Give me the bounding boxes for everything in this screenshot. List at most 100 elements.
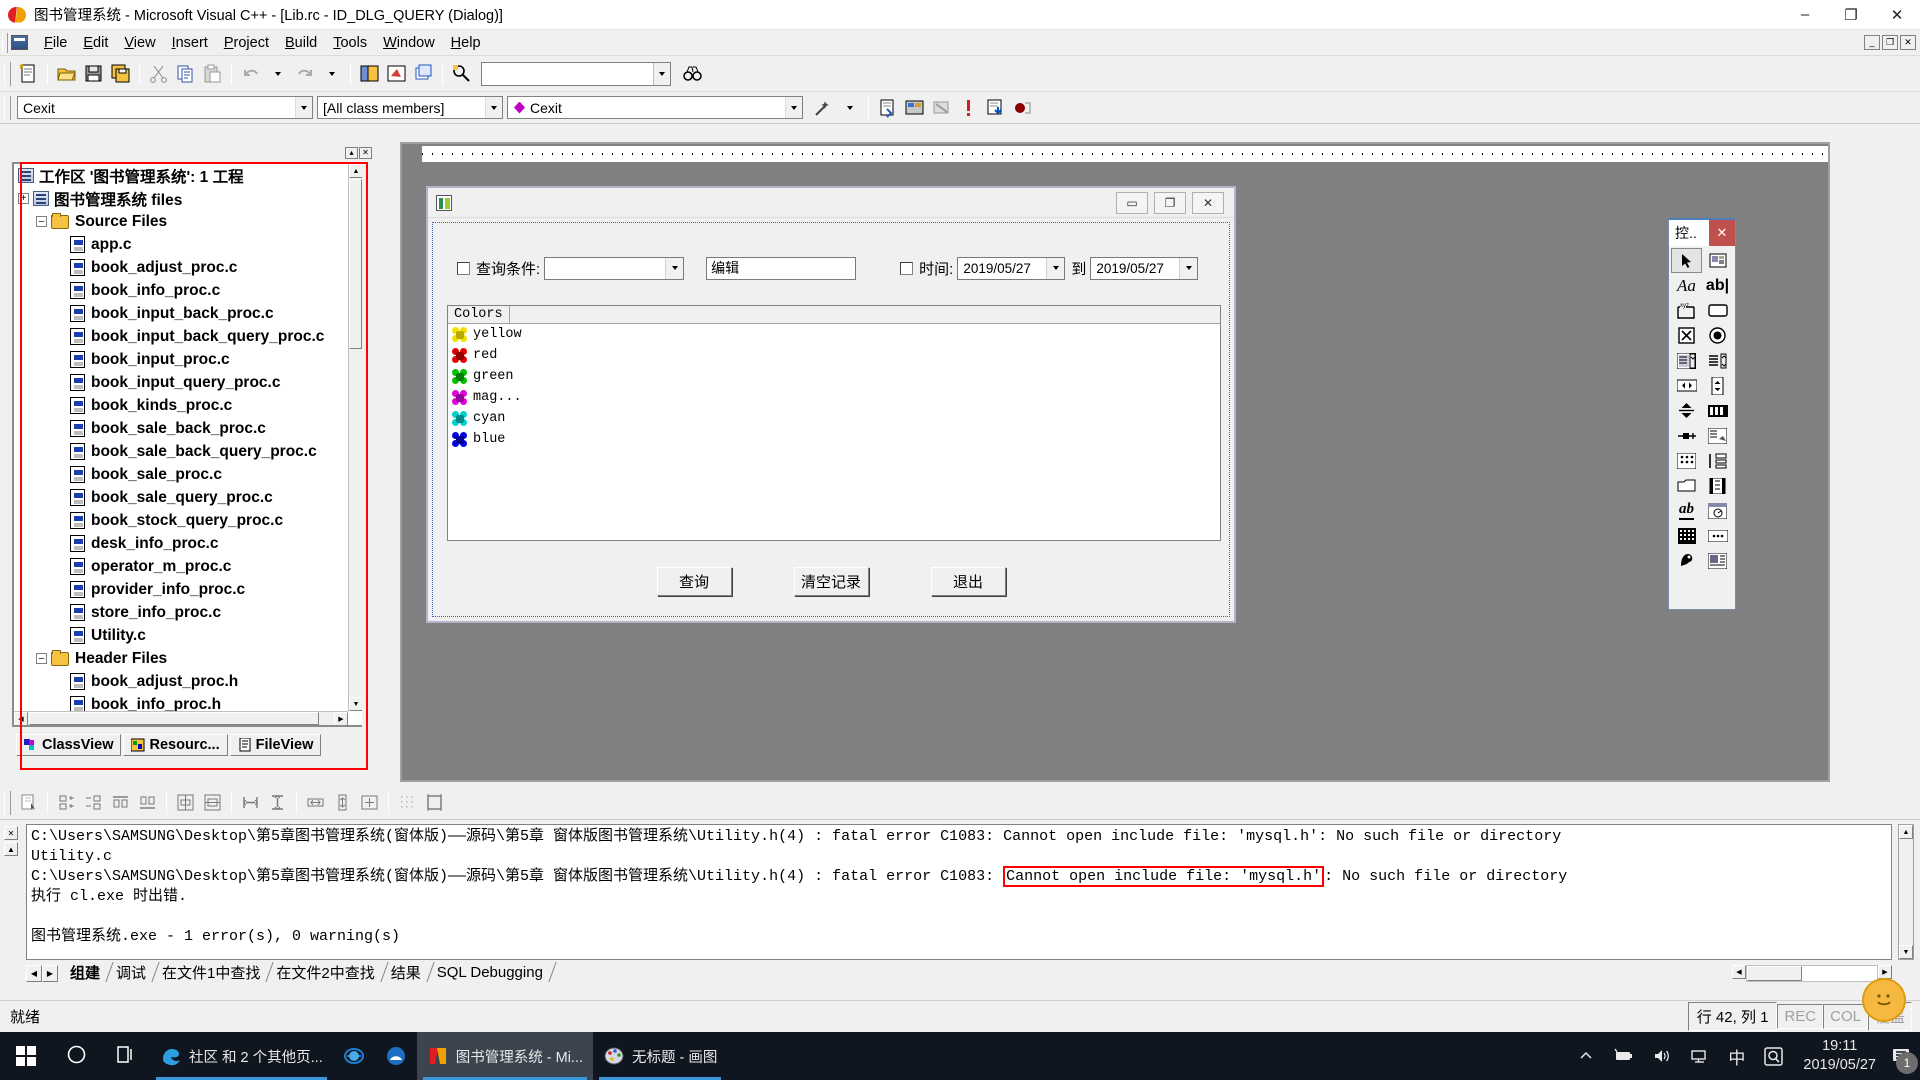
tab-control-icon[interactable]	[1702, 448, 1733, 473]
chevron-down-icon[interactable]	[295, 97, 312, 118]
copy-icon[interactable]	[172, 61, 199, 87]
extended-combo-icon[interactable]	[1702, 523, 1733, 548]
query-condition-checkbox[interactable]	[457, 261, 470, 275]
build-output-text[interactable]: C:\Users\SAMSUNG\Desktop\第5章图书管理系统(窗体版)—…	[26, 824, 1892, 960]
list-box-icon[interactable]	[1702, 348, 1733, 373]
scroll-left-button[interactable]: ◀	[14, 712, 28, 725]
activex-icon[interactable]	[1702, 548, 1733, 573]
menu-item-view[interactable]: View	[116, 32, 163, 54]
space-across-icon[interactable]	[237, 790, 264, 816]
tree-item-workspace-root[interactable]: 工作区 '图书管理系统': 1 工程	[14, 164, 348, 187]
tree-item-project[interactable]: + 图书管理系统 files	[14, 187, 348, 210]
taskbar-clock[interactable]: 19:11 2019/05/27	[1793, 1037, 1886, 1075]
custom-control-icon[interactable]	[1671, 548, 1702, 573]
compile-icon[interactable]	[874, 95, 901, 121]
members-combo[interactable]: [All class members]	[317, 96, 503, 119]
tree-item-file[interactable]: store_info_proc.c	[14, 601, 348, 624]
output-close-button[interactable]: ✕	[4, 826, 18, 840]
edit-box-icon[interactable]: ab|	[1702, 273, 1733, 298]
redo-icon[interactable]	[291, 61, 318, 87]
chevron-down-icon[interactable]	[485, 97, 502, 118]
output-tab-item[interactable]: 在文件2中查找	[268, 962, 389, 982]
chevron-down-icon[interactable]	[1179, 257, 1198, 279]
month-calendar-icon[interactable]	[1702, 498, 1733, 523]
vscrollbar-icon[interactable]	[1702, 373, 1733, 398]
button-icon[interactable]	[1702, 298, 1733, 323]
tree-item-file[interactable]: book_info_proc.h	[14, 693, 348, 711]
redo-dropdown-icon[interactable]	[318, 61, 345, 87]
controls-toolbar-close-button[interactable]: ✕	[1709, 220, 1735, 246]
taskbar-item[interactable]: 图书管理系统 - Mi...	[416, 1032, 594, 1080]
taskbar-item[interactable]: 无标题 - 画图	[593, 1032, 727, 1080]
tree-item-file[interactable]: book_kinds_proc.c	[14, 394, 348, 417]
go-debug-icon[interactable]	[982, 95, 1009, 121]
dialog-design-canvas[interactable]: ▭ ❐ ✕ 查询条件: 编辑 时间: 2019/05/27 到 2019/05/…	[402, 164, 1828, 780]
radio-icon[interactable]	[1702, 323, 1733, 348]
slider-icon[interactable]	[1671, 398, 1702, 423]
scroll-thumb-h[interactable]	[29, 712, 319, 725]
out-hscroll-track[interactable]	[1746, 965, 1878, 982]
layout-toolbar-grip[interactable]	[4, 790, 11, 815]
project-tree[interactable]: 工作区 '图书管理系统': 1 工程 + 图书管理系统 files – Sour…	[12, 162, 362, 727]
pointer-icon[interactable]	[1671, 248, 1702, 273]
query-dialog[interactable]: ▭ ❐ ✕ 查询条件: 编辑 时间: 2019/05/27 到 2019/05/…	[426, 186, 1236, 623]
insert-breakpoint-icon[interactable]	[1009, 95, 1036, 121]
align-bottom-icon[interactable]	[134, 790, 161, 816]
find-binoculars-icon[interactable]	[679, 61, 706, 87]
mdi-minimize-button[interactable]: _	[1864, 35, 1880, 50]
picture-icon[interactable]	[1702, 248, 1733, 273]
static-text-icon[interactable]: Aa	[1671, 273, 1702, 298]
align-left-icon[interactable]	[53, 790, 80, 816]
dialog-maximize-button[interactable]: ❐	[1154, 191, 1186, 214]
scroll-down-button[interactable]: ▼	[349, 697, 362, 711]
find-combo[interactable]	[481, 61, 671, 86]
list-column-empty[interactable]	[510, 306, 1220, 323]
list-item[interactable]: mag...	[448, 387, 1220, 408]
mdi-restore-button[interactable]: ❐	[1882, 35, 1898, 50]
time-checkbox[interactable]	[900, 261, 914, 275]
build-icon[interactable]	[901, 95, 928, 121]
output-tab-item[interactable]: 在文件1中查找	[154, 962, 275, 982]
list-item[interactable]: cyan	[448, 408, 1220, 429]
date-picker-icon[interactable]: ab	[1671, 498, 1702, 523]
tree-item-header-files[interactable]: – Header Files	[14, 647, 348, 670]
feedback-smiley-icon[interactable]	[1862, 978, 1906, 1022]
search-button[interactable]	[52, 1032, 101, 1080]
task-view-button[interactable]	[101, 1032, 150, 1080]
output-vertical-scrollbar[interactable]: ▲ ▼	[1898, 824, 1914, 960]
window-list-icon[interactable]	[410, 61, 437, 87]
stop-build-icon[interactable]	[928, 95, 955, 121]
tree-item-file[interactable]: book_input_proc.c	[14, 348, 348, 371]
progress-icon[interactable]	[1702, 398, 1733, 423]
tree-item-file[interactable]: app.c	[14, 233, 348, 256]
ime-chinese-icon[interactable]: 中	[1719, 1032, 1754, 1080]
tree-item-file[interactable]: book_stock_query_proc.c	[14, 509, 348, 532]
controls-toolbar-header[interactable]: 控.. ✕	[1669, 220, 1735, 246]
dialog-close-button[interactable]: ✕	[1192, 191, 1224, 214]
menu-item-window[interactable]: Window	[375, 32, 443, 54]
workspace-pin-button[interactable]: ▴	[345, 147, 358, 159]
make-same-width-icon[interactable]	[302, 790, 329, 816]
taskbar-item[interactable]: 社区 和 2 个其他页...	[150, 1032, 333, 1080]
tree-item-file[interactable]: book_input_back_query_proc.c	[14, 325, 348, 348]
class-combo[interactable]: Cexit	[17, 96, 313, 119]
align-right-icon[interactable]	[80, 790, 107, 816]
list-item[interactable]: yellow	[448, 324, 1220, 345]
keyword-input[interactable]: 编辑	[706, 256, 857, 280]
menu-item-edit[interactable]: Edit	[75, 32, 116, 54]
toggle-grid-icon[interactable]	[394, 790, 421, 816]
start-button[interactable]	[0, 1032, 52, 1080]
menu-item-insert[interactable]: Insert	[164, 32, 216, 54]
menu-item-project[interactable]: Project	[216, 32, 277, 54]
scroll-up-button[interactable]: ▲	[349, 164, 362, 178]
tree-item-file[interactable]: book_info_proc.c	[14, 279, 348, 302]
tree-item-file[interactable]: book_adjust_proc.c	[14, 256, 348, 279]
menu-item-tools[interactable]: Tools	[325, 32, 375, 54]
tree-item-file[interactable]: book_input_back_proc.c	[14, 302, 348, 325]
tree-vertical-scrollbar[interactable]: ▲ ▼	[348, 164, 362, 711]
menu-item-help[interactable]: Help	[443, 32, 489, 54]
tree-item-file[interactable]: desk_info_proc.c	[14, 532, 348, 555]
tree-item-file[interactable]: operator_m_proc.c	[14, 555, 348, 578]
query-condition-combo[interactable]	[544, 256, 685, 280]
list-item[interactable]: green	[448, 366, 1220, 387]
